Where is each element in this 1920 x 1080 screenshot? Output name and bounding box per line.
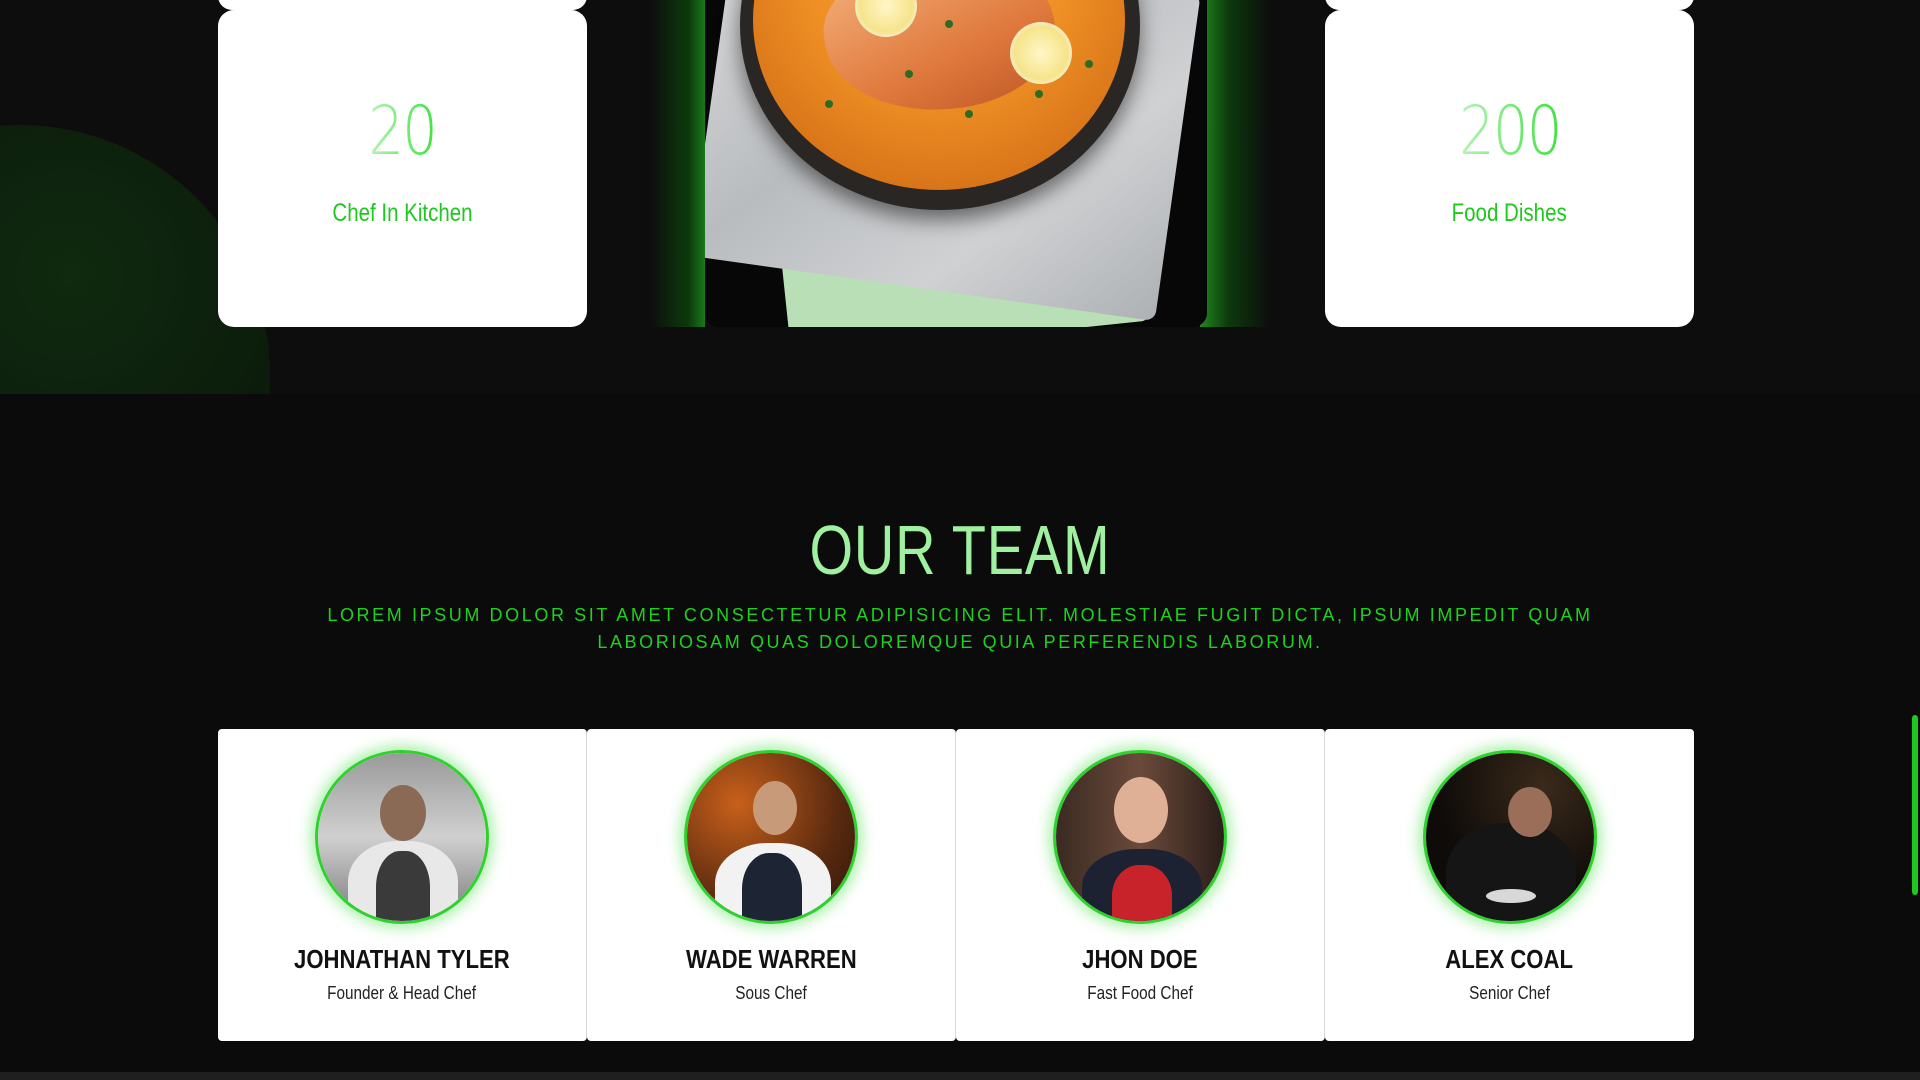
- herb: [945, 20, 953, 28]
- herb: [965, 110, 973, 118]
- member-role: Founder & Head Chef: [327, 983, 477, 1003]
- team-subtitle: Lorem ipsum dolor sit amet consectetur a…: [327, 605, 1593, 652]
- stat-label: Food Dishes: [1451, 199, 1568, 227]
- stat-card-edge: [1325, 0, 1694, 10]
- herb: [905, 70, 913, 78]
- chef-photo: [315, 750, 489, 924]
- stat-label: Chef In Kitchen: [332, 199, 473, 227]
- team-grid: JOHNATHAN TYLER Founder & Head Chef WADE…: [218, 729, 1694, 1041]
- scrollbar-thumb[interactable]: [1912, 715, 1918, 895]
- footer-edge: [0, 1072, 1920, 1080]
- member-role: Sous Chef: [735, 983, 807, 1003]
- team-card[interactable]: JOHNATHAN TYLER Founder & Head Chef: [218, 729, 587, 1041]
- dish-image: [705, 0, 1207, 327]
- glow-strip: [1200, 0, 1270, 327]
- glow-strip: [650, 0, 705, 327]
- chef-photo: [684, 750, 858, 924]
- team-card[interactable]: JHON DOE Fast Food Chef: [956, 729, 1325, 1041]
- stat-card-edge: [218, 0, 587, 10]
- member-role: Fast Food Chef: [1087, 983, 1193, 1003]
- herb: [1035, 90, 1043, 98]
- herb: [825, 100, 833, 108]
- team-card[interactable]: WADE WARREN Sous Chef: [587, 729, 956, 1041]
- member-name: ALEX COAL: [1445, 944, 1574, 974]
- team-card[interactable]: ALEX COAL Senior Chef: [1325, 729, 1694, 1041]
- chef-photo: [1422, 750, 1597, 924]
- member-name: JHON DOE: [1082, 944, 1198, 974]
- stat-card-chefs: 20 Chef In Kitchen: [218, 10, 587, 327]
- team-title: OUR TEAM: [809, 511, 1111, 589]
- stats-section: 20 Chef In Kitchen 200 Food Dishes: [0, 0, 1920, 394]
- chef-photo: [1053, 750, 1227, 924]
- stat-number: 20: [368, 92, 438, 171]
- member-name: JOHNATHAN TYLER: [294, 944, 510, 974]
- stat-card-dishes: 200 Food Dishes: [1325, 10, 1694, 327]
- stat-number: 200: [1458, 92, 1562, 171]
- member-role: Senior Chef: [1469, 983, 1550, 1003]
- lemon-slice: [1010, 22, 1072, 84]
- herb: [1085, 60, 1093, 68]
- member-name: WADE WARREN: [685, 944, 857, 974]
